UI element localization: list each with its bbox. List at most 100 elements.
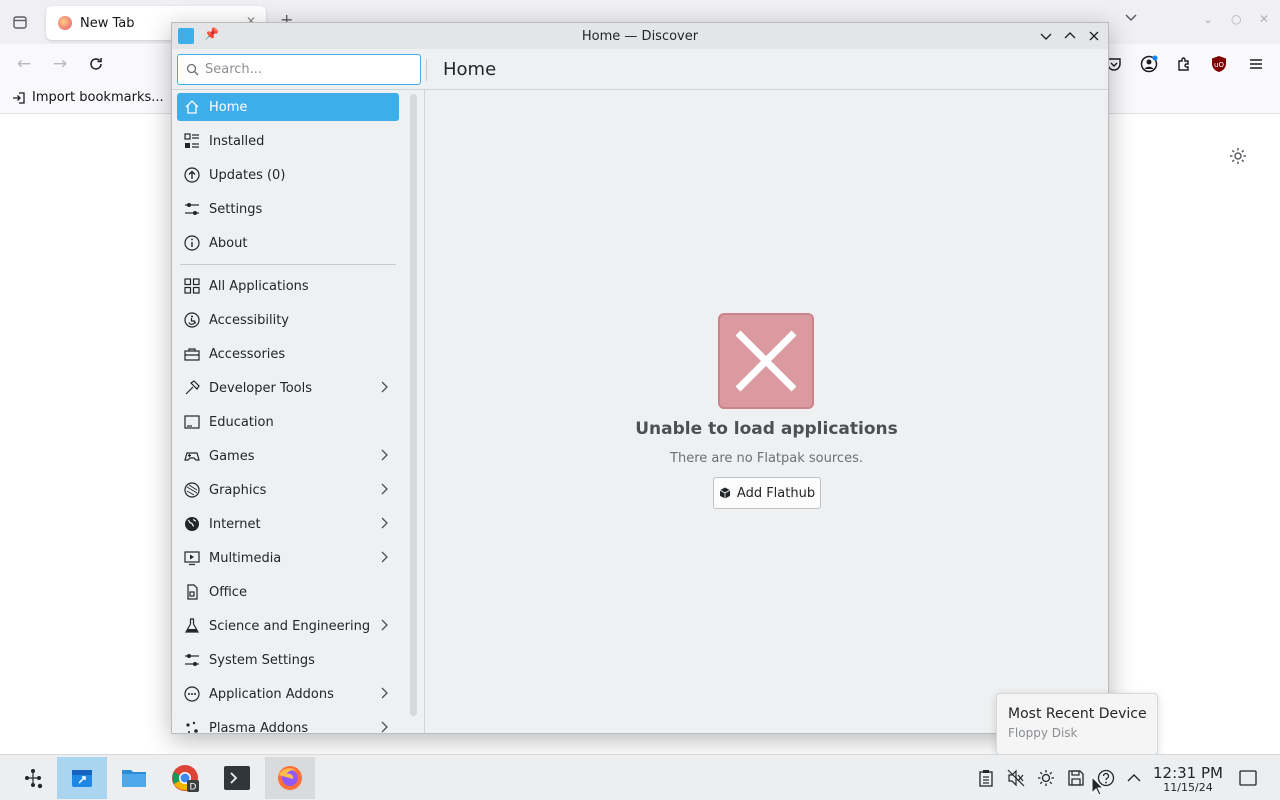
sidebar-item-settings[interactable]: Settings: [177, 195, 399, 223]
chevron-up-icon[interactable]: [1124, 768, 1144, 788]
sidebar-item-updates[interactable]: Updates (0): [177, 161, 399, 189]
device-notification[interactable]: Most Recent Device Floppy Disk: [996, 693, 1158, 755]
svg-text:D: D: [190, 783, 197, 793]
firefox-taskbar-icon[interactable]: [265, 757, 315, 799]
sidebar-item-label: Office: [209, 584, 247, 600]
flask-icon: [183, 617, 201, 635]
home-icon: [183, 98, 201, 116]
brightness-icon[interactable]: [1036, 768, 1056, 788]
sidebar-item-label: Plasma Addons: [209, 720, 309, 734]
forward-arrow-icon[interactable]: →: [49, 53, 71, 75]
toolbox-icon: [183, 345, 201, 363]
hamburger-menu-icon[interactable]: [1245, 53, 1267, 75]
installed-list-icon: [183, 132, 201, 150]
clipboard-icon[interactable]: [976, 768, 996, 788]
chevron-right-icon: [377, 550, 391, 564]
maximize-icon[interactable]: ○: [1231, 12, 1241, 26]
window-titlebar[interactable]: 📌 Home — Discover: [172, 23, 1108, 49]
sidebar-item-label: Multimedia: [209, 550, 282, 566]
sidebar-item-label: Installed: [209, 133, 265, 149]
chevron-right-icon: [377, 448, 391, 462]
sidebar-item-games[interactable]: Games: [177, 442, 399, 470]
clock[interactable]: 12:31 PM 11/15/24: [1152, 764, 1224, 794]
close-icon[interactable]: [1085, 27, 1103, 45]
page-title: Home: [443, 59, 497, 80]
sidebar-item-internet[interactable]: Internet: [177, 510, 399, 538]
sidebar-item-accessories[interactable]: Accessories: [177, 340, 399, 368]
sidebar-item-education[interactable]: Education: [177, 408, 399, 436]
education-icon: [183, 413, 201, 431]
maximize-icon[interactable]: [1061, 27, 1079, 45]
chevron-right-icon: [377, 516, 391, 530]
taskbar-panel: D 12:31 PM 11/15/24: [0, 754, 1280, 800]
konsole-terminal-icon[interactable]: [212, 757, 262, 799]
chevron-right-icon: [377, 482, 391, 496]
sidebar-item-plasma-addons[interactable]: Plasma Addons: [177, 714, 399, 733]
addons-icon: [183, 685, 201, 703]
sidebar-item-all-applications[interactable]: All Applications: [177, 272, 399, 300]
office-icon: [183, 583, 201, 601]
sidebar-item-label: Science and Engineering: [209, 618, 371, 634]
gear-icon[interactable]: [1228, 146, 1248, 166]
sidebar-item-about[interactable]: About: [177, 229, 399, 257]
sidebar-divider: [180, 264, 396, 265]
sidebar-item-system-settings[interactable]: System Settings: [177, 646, 399, 674]
grid-icon: [183, 277, 201, 295]
sidebar-item-label: Accessories: [209, 346, 286, 362]
add-flathub-button[interactable]: Add Flathub: [713, 477, 821, 509]
show-desktop-icon[interactable]: [1238, 768, 1258, 788]
account-icon[interactable]: [1138, 53, 1160, 75]
close-window-icon[interactable]: ✕: [1259, 12, 1269, 26]
floppy-disk-icon[interactable]: [1066, 768, 1086, 788]
add-flathub-label: Add Flathub: [736, 485, 816, 501]
import-bookmarks-button[interactable]: Import bookmarks...: [12, 90, 164, 105]
chevron-down-icon[interactable]: [1124, 10, 1138, 28]
flatpak-icon: [719, 487, 731, 499]
sidebar-item-multimedia[interactable]: Multimedia: [177, 544, 399, 572]
search-field[interactable]: [177, 54, 421, 85]
clock-time: 12:31 PM: [1153, 764, 1223, 782]
sidebar-item-developer-tools[interactable]: Developer Tools: [177, 374, 399, 402]
volume-muted-icon[interactable]: [1006, 768, 1026, 788]
search-input[interactable]: [205, 62, 405, 77]
sidebar-item-label: Graphics: [209, 482, 267, 498]
sidebar-item-label: About: [209, 235, 248, 251]
back-arrow-icon[interactable]: ←: [13, 53, 35, 75]
chrome-icon[interactable]: D: [160, 757, 210, 799]
discover-app-icon[interactable]: [178, 28, 194, 44]
pin-icon[interactable]: 📌: [204, 27, 219, 41]
list-all-tabs-icon[interactable]: [8, 10, 32, 34]
globe-icon: [183, 515, 201, 533]
firefox-favicon-icon: [58, 16, 72, 30]
sidebar-item-accessibility[interactable]: Accessibility: [177, 306, 399, 334]
sidebar-item-application-addons[interactable]: Application Addons: [177, 680, 399, 708]
plasma-icon: [183, 719, 201, 733]
discover-window: 📌 Home — Discover Home Home Installe: [171, 22, 1109, 734]
discover-taskbar-icon[interactable]: [57, 757, 107, 799]
reload-icon[interactable]: [85, 53, 107, 75]
sidebar-item-label: Games: [209, 448, 255, 464]
dolphin-file-manager-icon[interactable]: [109, 757, 159, 799]
svg-text:uO: uO: [1214, 61, 1224, 69]
sidebar-item-graphics[interactable]: Graphics: [177, 476, 399, 504]
ublock-origin-icon[interactable]: uO: [1208, 53, 1230, 75]
sidebar-item-installed[interactable]: Installed: [177, 127, 399, 155]
sidebar-scrollbar[interactable]: [410, 94, 417, 716]
multimedia-icon: [183, 549, 201, 567]
chevron-right-icon: [377, 618, 391, 632]
sidebar-item-home[interactable]: Home: [177, 93, 399, 121]
window-title: Home — Discover: [581, 28, 699, 44]
sidebar-item-label: System Settings: [209, 652, 315, 668]
sidebar-item-label: Updates (0): [209, 167, 286, 183]
app-launcher-icon[interactable]: [8, 757, 58, 799]
search-icon: [186, 63, 199, 76]
extensions-icon[interactable]: [1173, 53, 1195, 75]
minimize-icon[interactable]: [1037, 27, 1055, 45]
sidebar-item-label: Developer Tools: [209, 380, 313, 396]
minimize-icon[interactable]: ⌄: [1203, 12, 1213, 26]
notification-title: Most Recent Device: [1008, 706, 1147, 722]
sidebar-item-office[interactable]: Office: [177, 578, 399, 606]
info-icon: [183, 234, 201, 252]
sidebar-item-label: Internet: [209, 516, 261, 532]
sidebar-item-science[interactable]: Science and Engineering: [177, 612, 399, 640]
